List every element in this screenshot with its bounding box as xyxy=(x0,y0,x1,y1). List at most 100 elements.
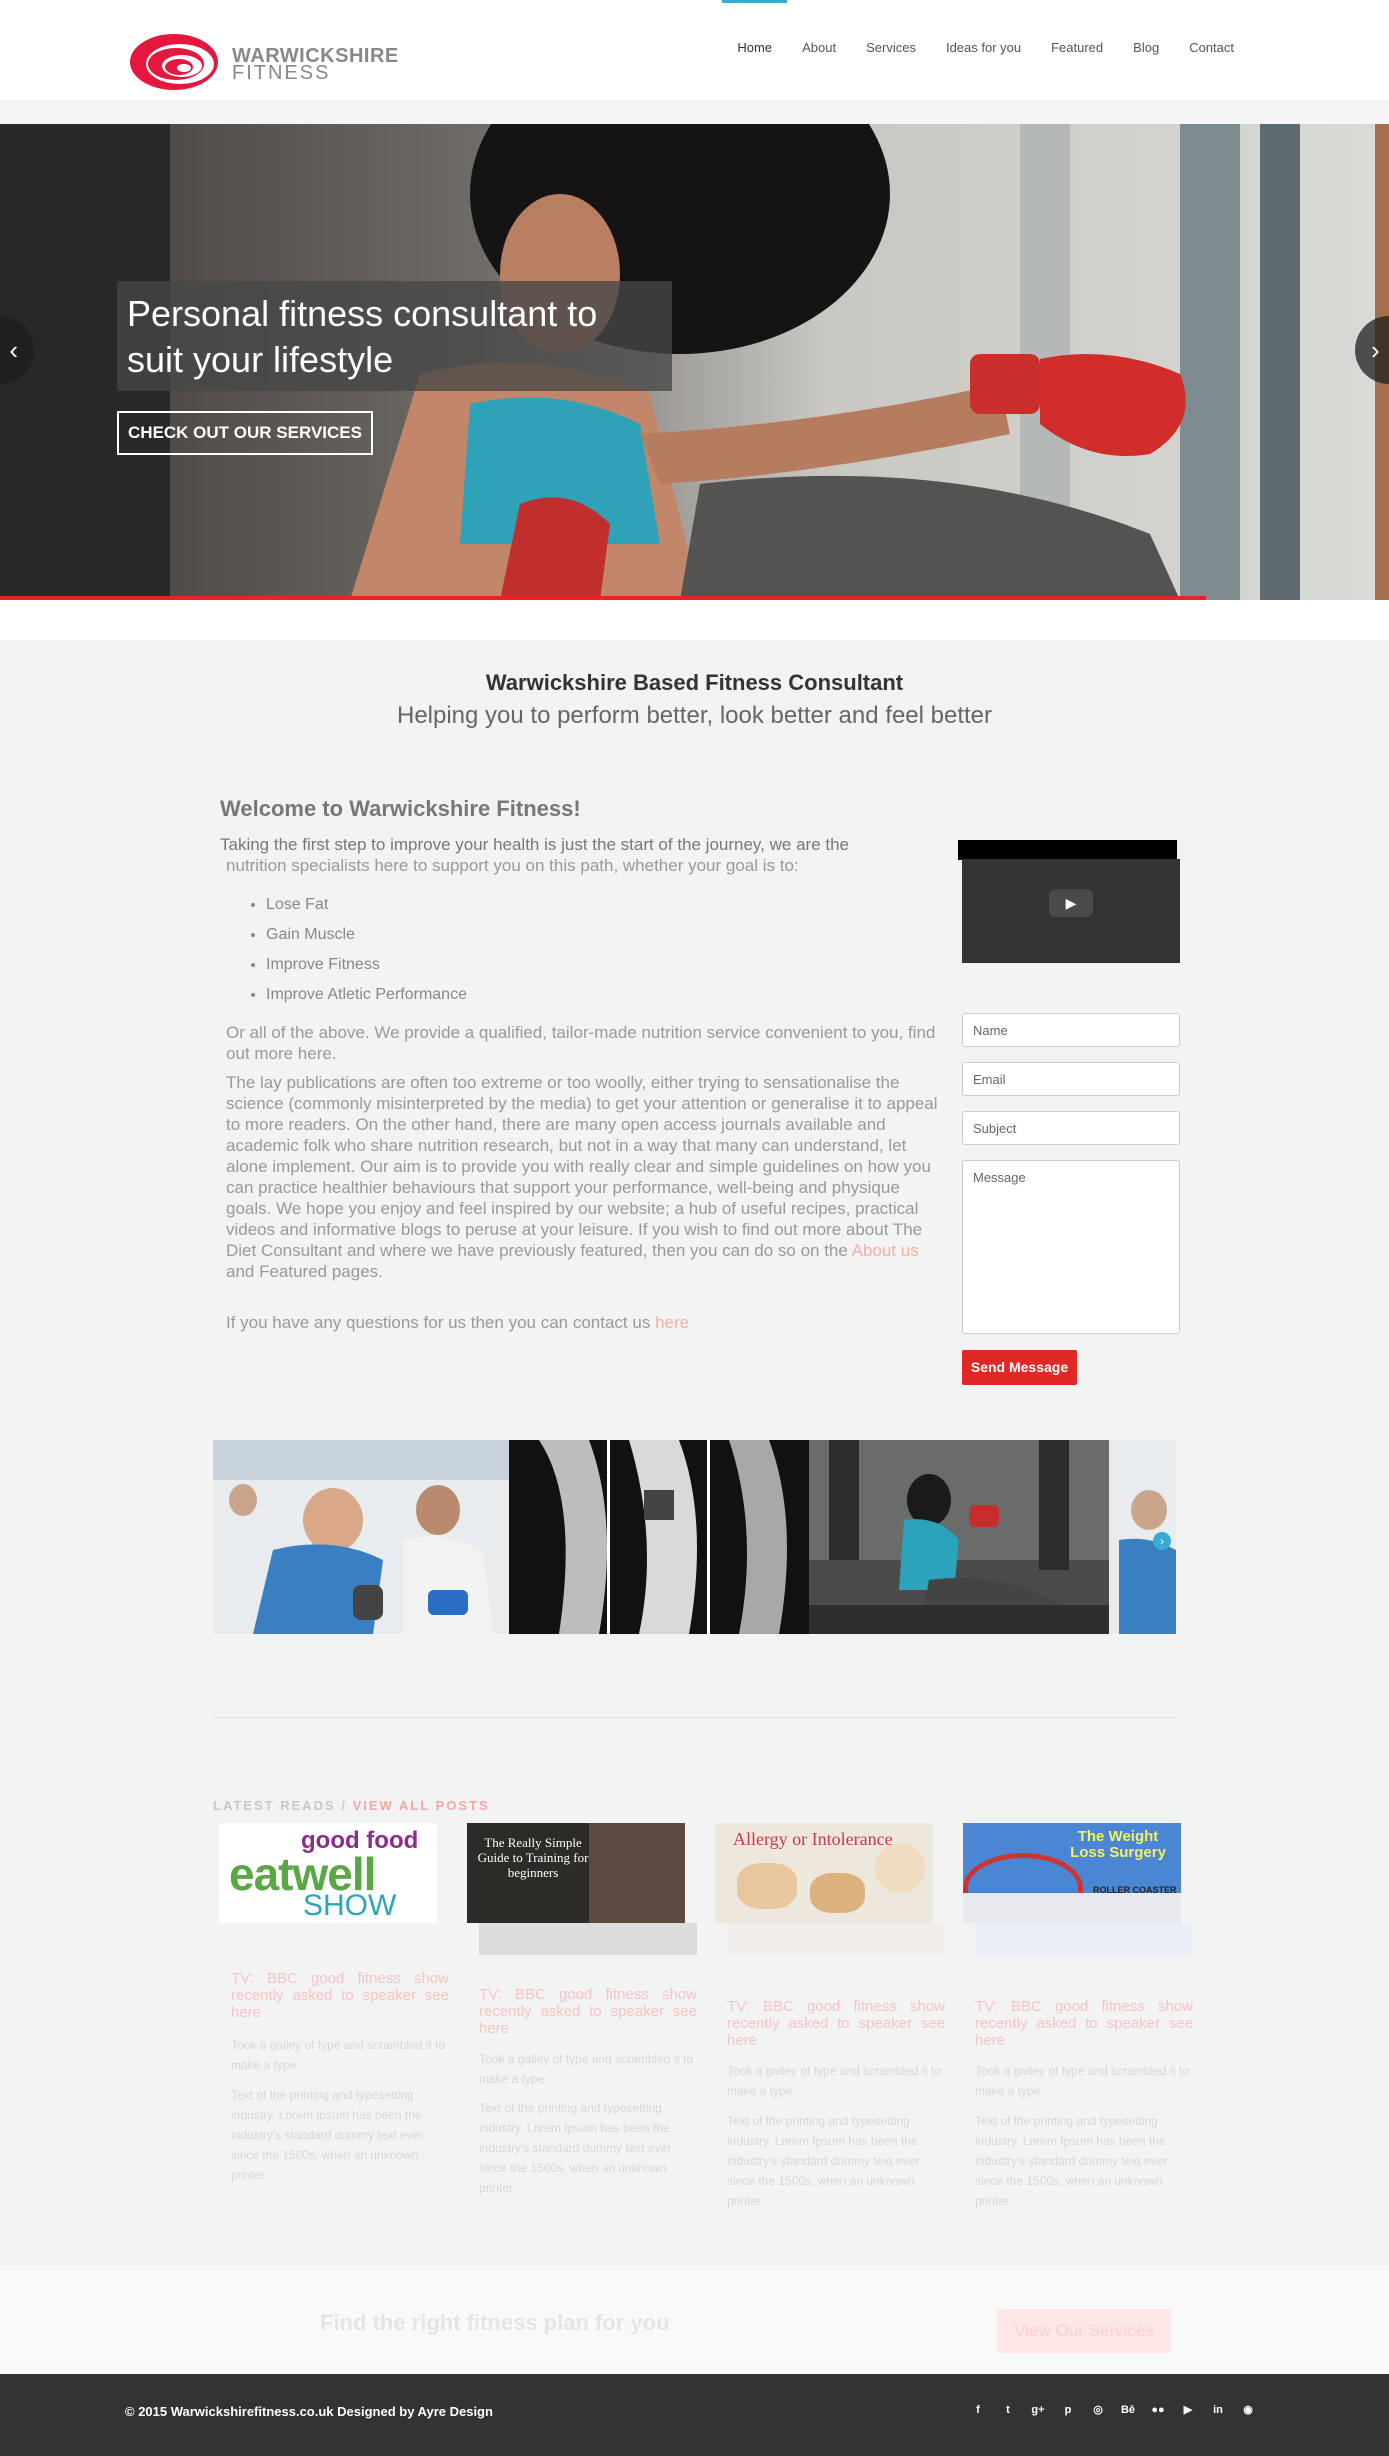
hero-top-band xyxy=(0,100,1389,124)
welcome-paragraph-1: Or all of the above. We provide a qualif… xyxy=(226,1023,936,1063)
post-thumbnail[interactable]: Allergy or Intolerance xyxy=(715,1823,933,1923)
cta-band: Find the right fitness plan for you View… xyxy=(0,2266,1389,2374)
nav-services[interactable]: Services xyxy=(851,0,931,100)
list-item: Improve Atletic Performance xyxy=(266,980,940,1010)
site-logo[interactable]: WARWICKSHIRE FITNESS xyxy=(126,28,398,94)
gallery-image-bw-workout[interactable] xyxy=(509,1440,809,1634)
gallery-next-button[interactable]: › xyxy=(1153,1532,1171,1550)
contact-prompt-text: If you have any questions for us then yo… xyxy=(226,1313,651,1332)
google-plus-icon[interactable]: g+ xyxy=(1023,2402,1053,2418)
welcome-lead-line-1: Taking the first step to improve your he… xyxy=(220,835,849,854)
youtube-icon[interactable]: ▶ xyxy=(1173,2402,1203,2418)
email-input[interactable]: Email xyxy=(962,1062,1180,1096)
thumb-shadow xyxy=(727,1923,945,1955)
latest-reads-label: LATEST READS / xyxy=(213,1798,347,1813)
list-item: Improve Fitness xyxy=(266,950,940,980)
name-input[interactable]: Name xyxy=(962,1013,1180,1047)
pinterest-icon[interactable]: p xyxy=(1053,2402,1083,2418)
post-title[interactable]: TV: BBC good fitness show recently asked… xyxy=(727,1998,945,2049)
video-header-bar xyxy=(958,840,1177,860)
hero-slider: Personal fitness consultant to suit your… xyxy=(0,100,1389,600)
subject-input[interactable]: Subject xyxy=(962,1111,1180,1145)
post-thumbnail[interactable]: The Really Simple Guide to Training for … xyxy=(467,1823,685,1923)
post-title[interactable]: TV: BBC good fitness show recently asked… xyxy=(975,1998,1193,2049)
chevron-right-icon: › xyxy=(1371,335,1380,365)
gallery-image-boxer[interactable] xyxy=(809,1440,1109,1634)
view-all-posts-link[interactable]: VIEW ALL POSTS xyxy=(353,1798,490,1813)
nav-featured[interactable]: Featured xyxy=(1036,0,1118,100)
nav-home[interactable]: Home xyxy=(722,0,787,100)
social-links: f t g+ p ◎ Bē ●● ▶ in ◉ xyxy=(963,2402,1263,2418)
github-icon[interactable]: ◉ xyxy=(1233,2402,1263,2418)
nav-blog[interactable]: Blog xyxy=(1118,0,1174,100)
video-player[interactable]: ▶ xyxy=(962,859,1180,963)
nav-ideas-for-you[interactable]: Ideas for you xyxy=(931,0,1036,100)
intro-title: Warwickshire Based Fitness Consultant xyxy=(485,670,904,695)
behance-icon[interactable]: Bē xyxy=(1113,2402,1143,2418)
post-title[interactable]: TV: BBC good fitness show recently asked… xyxy=(231,1970,449,2021)
thumb-toast-image xyxy=(737,1863,797,1909)
post-title[interactable]: TV: BBC good fitness show recently asked… xyxy=(479,1986,697,2037)
post-meta: Took a galley of type and scrambled it t… xyxy=(727,2064,942,2098)
post-excerpt: Text of the printing and typesetting ind… xyxy=(479,2101,672,2195)
copyright-text: © 2015 Warwickshirefitness.co.uk Designe… xyxy=(125,2404,493,2419)
thumb-shadow xyxy=(479,1923,697,1955)
welcome-paragraph-2: The lay publications are often too extre… xyxy=(226,1072,940,1282)
welcome-section: Welcome to Warwickshire Fitness! Taking … xyxy=(220,796,940,1333)
hero-caption-text: Personal fitness consultant to suit your… xyxy=(127,293,598,380)
nav-about[interactable]: About xyxy=(787,0,851,100)
latest-reads-heading: LATEST READS / VIEW ALL POSTS xyxy=(213,1798,490,1813)
logo-wordmark: WARWICKSHIRE FITNESS xyxy=(232,46,399,84)
intro-subtitle: Helping you to perform better, look bett… xyxy=(396,702,993,729)
facebook-icon[interactable]: f xyxy=(963,2402,993,2418)
welcome-paragraph-2-end: and Featured pages. xyxy=(226,1262,383,1281)
section-divider xyxy=(213,1717,1176,1718)
thumb-bowl-image xyxy=(875,1843,925,1893)
thumb-torso-image xyxy=(589,1823,685,1923)
cta-text: Find the right fitness plan for you xyxy=(320,2310,670,2335)
chevron-right-icon: › xyxy=(1160,1534,1164,1548)
hero-services-button[interactable]: CHECK OUT OUR SERVICES xyxy=(117,411,373,455)
thumb-shadow xyxy=(975,1923,1193,1955)
contact-here-link[interactable]: here xyxy=(655,1313,689,1332)
message-textarea[interactable]: Message xyxy=(962,1160,1180,1334)
view-services-button[interactable]: View Our Services xyxy=(997,2309,1171,2353)
welcome-lead-line-2: nutrition specialists here to support yo… xyxy=(226,856,799,875)
thumb-text: The Weight Loss Surgery xyxy=(1070,1828,1166,1861)
post-thumbnail[interactable]: The Weight Loss Surgery ROLLER COASTER xyxy=(963,1823,1181,1923)
thumb-text: Allergy or Intolerance xyxy=(733,1829,893,1849)
flickr-icon[interactable]: ●● xyxy=(1143,2402,1173,2418)
welcome-heading: Welcome to Warwickshire Fitness! xyxy=(220,796,581,821)
image-gallery xyxy=(213,1440,1176,1634)
main-nav: Home About Services Ideas for you Featur… xyxy=(722,0,1249,100)
thumb-toast-image xyxy=(810,1873,865,1913)
list-item: Lose Fat xyxy=(266,890,940,920)
thumb-text: The Really Simple Guide to Training for … xyxy=(477,1835,589,1880)
list-item: Gain Muscle xyxy=(266,920,940,950)
dribbble-icon[interactable]: ◎ xyxy=(1083,2402,1113,2418)
welcome-paragraph-3: If you have any questions for us then yo… xyxy=(226,1312,940,1333)
thumb-text: SHOW xyxy=(303,1889,397,1922)
post-excerpt: Text of the printing and typesetting ind… xyxy=(727,2114,920,2208)
chevron-left-icon: ‹ xyxy=(9,335,18,365)
site-footer: © 2015 Warwickshirefitness.co.uk Designe… xyxy=(0,2374,1389,2456)
post-thumbnail[interactable]: good food eatwell SHOW xyxy=(219,1823,437,1923)
gallery-image-stretching[interactable] xyxy=(213,1440,509,1634)
section-spacer xyxy=(0,600,1389,640)
goals-list: Lose Fat Gain Muscle Improve Fitness Imp… xyxy=(266,890,940,1010)
send-message-button[interactable]: Send Message xyxy=(962,1350,1077,1385)
post-excerpt: Text of the printing and typesetting ind… xyxy=(231,2088,424,2182)
post-meta: Took a galley of type and scrambled it t… xyxy=(231,2038,446,2072)
about-us-link[interactable]: About us xyxy=(852,1241,919,1260)
post-meta: Took a galley of type and scrambled it t… xyxy=(975,2064,1190,2098)
play-icon[interactable]: ▶ xyxy=(1049,889,1093,917)
twitter-icon[interactable]: t xyxy=(993,2402,1023,2418)
logo-swirl-icon xyxy=(130,34,218,90)
welcome-lead: Taking the first step to improve your he… xyxy=(220,834,940,876)
nav-contact[interactable]: Contact xyxy=(1174,0,1249,100)
logo-line-2: FITNESS xyxy=(232,62,331,84)
post-excerpt: Text of the printing and typesetting ind… xyxy=(975,2114,1168,2208)
linkedin-icon[interactable]: in xyxy=(1203,2402,1233,2418)
thumb-text: ROLLER COASTER xyxy=(1093,1885,1177,1895)
hero-caption: Personal fitness consultant to suit your… xyxy=(117,281,672,391)
